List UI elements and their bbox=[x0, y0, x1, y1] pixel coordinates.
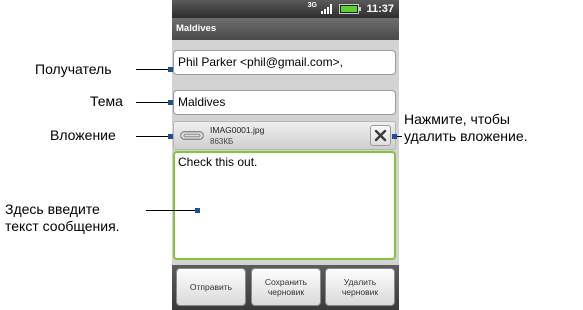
send-button[interactable]: Отправить bbox=[176, 268, 246, 306]
callout-message-marker bbox=[195, 208, 200, 213]
window-title: Maldives bbox=[172, 18, 399, 40]
close-icon bbox=[374, 129, 387, 142]
callout-message-label: Здесь введите текст сообщения. bbox=[5, 201, 120, 234]
paperclip-icon bbox=[180, 131, 204, 140]
callout-attachment-line bbox=[136, 136, 171, 137]
message-body-field[interactable]: Check this out. bbox=[173, 151, 396, 260]
attachment-row[interactable]: IMAG0001.jpg 863КБ bbox=[173, 121, 396, 150]
callout-subject-marker bbox=[168, 100, 173, 105]
callout-recipient-marker bbox=[168, 67, 173, 72]
save-draft-button[interactable]: Сохранить черновик bbox=[251, 268, 321, 306]
attachment-filename: IMAG0001.jpg bbox=[210, 125, 265, 135]
battery-icon bbox=[339, 4, 361, 14]
callout-recipient-label: Получатель bbox=[35, 61, 112, 77]
attachment-size: 863КБ bbox=[210, 137, 234, 146]
delete-draft-button[interactable]: Удалить черновик bbox=[325, 268, 395, 306]
callout-remove-label: Нажмите, чтобы удалить вложение. bbox=[404, 111, 528, 144]
phone-screen: 3G 11:37 Maldives Phil Parker <phil@gmai… bbox=[172, 0, 399, 310]
callout-attachment-label: Вложение bbox=[50, 127, 116, 143]
signal-icon bbox=[321, 4, 332, 14]
clock: 11:37 bbox=[366, 3, 394, 15]
callout-attachment-marker bbox=[168, 134, 173, 139]
status-bar: 3G 11:37 bbox=[172, 0, 399, 18]
remove-attachment-button[interactable] bbox=[370, 125, 391, 146]
recipient-field[interactable]: Phil Parker <phil@gmail.com>, bbox=[173, 50, 396, 75]
subject-field[interactable]: Maldives bbox=[173, 90, 396, 115]
callout-subject-label: Тема bbox=[90, 93, 123, 109]
callout-recipient-line bbox=[136, 69, 171, 70]
3g-icon: 3G bbox=[307, 2, 317, 9]
callout-remove-marker bbox=[392, 134, 397, 139]
callout-subject-line bbox=[136, 102, 171, 103]
action-bar: Отправить Сохранить черновик Удалить чер… bbox=[172, 265, 399, 310]
callout-message-line bbox=[146, 210, 198, 211]
compose-form: Phil Parker <phil@gmail.com>, Maldives I… bbox=[172, 40, 399, 265]
